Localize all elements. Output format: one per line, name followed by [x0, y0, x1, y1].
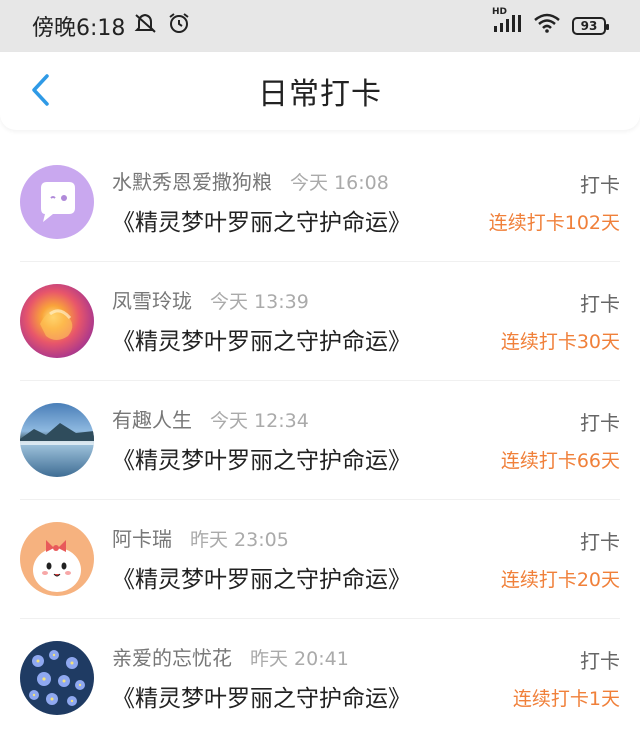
status-right: HD 93 — [492, 7, 609, 39]
status-time: 傍晚6:18 — [32, 16, 126, 41]
timestamp: 昨天 23:05 — [190, 529, 289, 551]
timestamp: 昨天 20:41 — [250, 648, 349, 670]
checkin-label: 打卡 — [580, 172, 620, 197]
timestamp: 今天 12:34 — [210, 410, 309, 432]
signal-icon: HD — [492, 7, 522, 39]
back-button[interactable] — [18, 68, 62, 112]
username[interactable]: 水默秀恩爱撒狗粮 — [112, 166, 272, 195]
entry-status: 打卡 连续打卡20天 — [501, 526, 620, 592]
list-item[interactable]: 亲爱的忘忧花 昨天 20:41 《精灵梦叶罗丽之守护命运》 打卡 连续打卡1天 — [0, 618, 640, 737]
streak-count: 连续打卡20天 — [500, 568, 620, 591]
list-item[interactable]: 水默秀恩爱撒狗粮 今天 16:08 《精灵梦叶罗丽之守护命运》 打卡 连续打卡1… — [0, 142, 640, 261]
username[interactable]: 阿卡瑞 — [112, 523, 172, 552]
checkin-label: 打卡 — [580, 648, 620, 673]
battery-icon: 93 — [572, 17, 609, 35]
chevron-left-icon — [32, 74, 49, 106]
streak-count: 连续打卡30天 — [500, 330, 620, 353]
checkin-label: 打卡 — [580, 529, 620, 554]
entry-info: 有趣人生 今天 12:34 《精灵梦叶罗丽之守护命运》 — [112, 404, 501, 475]
book-title[interactable]: 《精灵梦叶罗丽之守护命运》 — [112, 441, 501, 475]
username[interactable]: 凤雪玲珑 — [112, 285, 192, 314]
entry-status: 打卡 连续打卡1天 — [513, 645, 620, 711]
entry-info: 凤雪玲珑 今天 13:39 《精灵梦叶罗丽之守护命运》 — [112, 285, 501, 356]
cartoon-girl-avatar[interactable] — [20, 521, 94, 596]
list-item[interactable]: 有趣人生 今天 12:34 《精灵梦叶罗丽之守护命运》 打卡 连续打卡66天 — [0, 380, 640, 499]
entry-info: 亲爱的忘忧花 昨天 20:41 《精灵梦叶罗丽之守护命运》 — [112, 642, 513, 713]
battery-level: 93 — [580, 19, 598, 33]
entry-status: 打卡 连续打卡30天 — [501, 288, 620, 354]
list-item[interactable]: 凤雪玲珑 今天 13:39 《精灵梦叶罗丽之守护命运》 打卡 连续打卡30天 — [0, 261, 640, 380]
flower-avatar[interactable] — [20, 283, 94, 358]
timestamp: 今天 16:08 — [290, 172, 389, 194]
list-item[interactable]: 阿卡瑞 昨天 23:05 《精灵梦叶罗丽之守护命运》 打卡 连续打卡20天 — [0, 499, 640, 618]
streak-count: 连续打卡66天 — [500, 449, 620, 472]
mute-icon — [133, 12, 159, 40]
entry-status: 打卡 连续打卡66天 — [501, 407, 620, 473]
book-title[interactable]: 《精灵梦叶罗丽之守护命运》 — [112, 560, 501, 594]
entry-status: 打卡 连续打卡102天 — [489, 169, 620, 235]
title-bar: 日常打卡 — [0, 52, 640, 130]
book-title[interactable]: 《精灵梦叶罗丽之守护命运》 — [112, 679, 513, 713]
entry-info: 阿卡瑞 昨天 23:05 《精灵梦叶罗丽之守护命运》 — [112, 523, 501, 594]
blue-flowers-avatar[interactable] — [20, 640, 94, 715]
username[interactable]: 亲爱的忘忧花 — [112, 642, 232, 671]
entry-info: 水默秀恩爱撒狗粮 今天 16:08 《精灵梦叶罗丽之守护命运》 — [112, 166, 489, 237]
hd-label: HD — [492, 7, 508, 17]
streak-count: 连续打卡102天 — [488, 211, 620, 234]
checkin-list: 水默秀恩爱撒狗粮 今天 16:08 《精灵梦叶罗丽之守护命运》 打卡 连续打卡1… — [0, 142, 640, 737]
page-title: 日常打卡 — [258, 77, 382, 112]
streak-count: 连续打卡1天 — [512, 687, 620, 710]
wifi-icon — [534, 13, 560, 39]
username[interactable]: 有趣人生 — [112, 404, 192, 433]
status-bar: 傍晚6:18 HD 93 — [0, 0, 640, 52]
checkin-label: 打卡 — [580, 291, 620, 316]
checkin-label: 打卡 — [580, 410, 620, 435]
timestamp: 今天 13:39 — [210, 291, 309, 313]
alarm-icon — [167, 11, 191, 41]
lake-landscape-avatar[interactable] — [20, 402, 94, 477]
book-title[interactable]: 《精灵梦叶罗丽之守护命运》 — [112, 322, 501, 356]
chat-bubble-avatar[interactable] — [20, 164, 94, 239]
status-left: 傍晚6:18 — [32, 10, 191, 42]
book-title[interactable]: 《精灵梦叶罗丽之守护命运》 — [112, 203, 489, 237]
